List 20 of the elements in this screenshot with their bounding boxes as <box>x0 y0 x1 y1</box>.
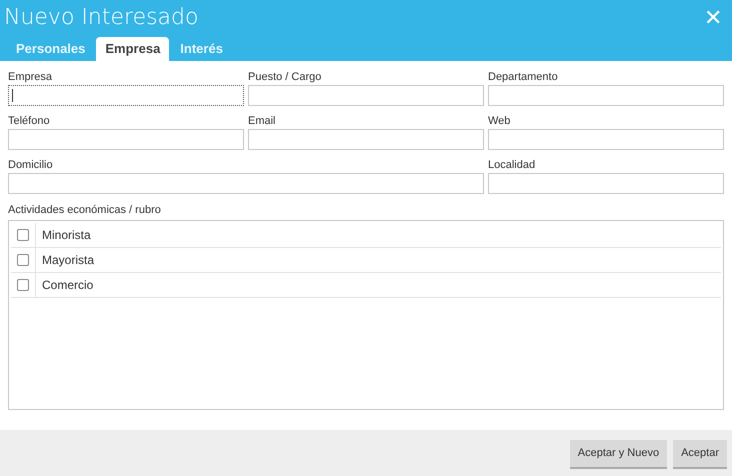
field-label: Puesto / Cargo <box>248 70 322 84</box>
checkbox[interactable] <box>17 254 29 266</box>
field-label: Localidad <box>488 158 536 172</box>
field-label: Teléfono <box>8 114 50 128</box>
field-label: Domicilio <box>8 158 53 172</box>
list-label: Actividades económicas / rubro <box>8 203 161 217</box>
list-item[interactable]: Comercio <box>36 278 94 292</box>
checkbox[interactable] <box>17 279 29 291</box>
field-label: Empresa <box>8 70 52 84</box>
checkbox[interactable] <box>17 229 29 241</box>
field-label: Web <box>488 114 510 128</box>
list-item[interactable]: Minorista <box>36 228 91 242</box>
input-field[interactable] <box>8 85 244 106</box>
list-item[interactable]: Mayorista <box>36 253 94 267</box>
tab[interactable]: Empresa <box>96 37 170 61</box>
field-label: Departamento <box>488 70 558 84</box>
action-button[interactable]: Aceptar y Nuevo <box>570 440 668 466</box>
field-label: Email <box>248 114 276 128</box>
window-title: Nuevo Interesado <box>4 4 198 32</box>
action-button[interactable]: Aceptar <box>673 440 727 466</box>
